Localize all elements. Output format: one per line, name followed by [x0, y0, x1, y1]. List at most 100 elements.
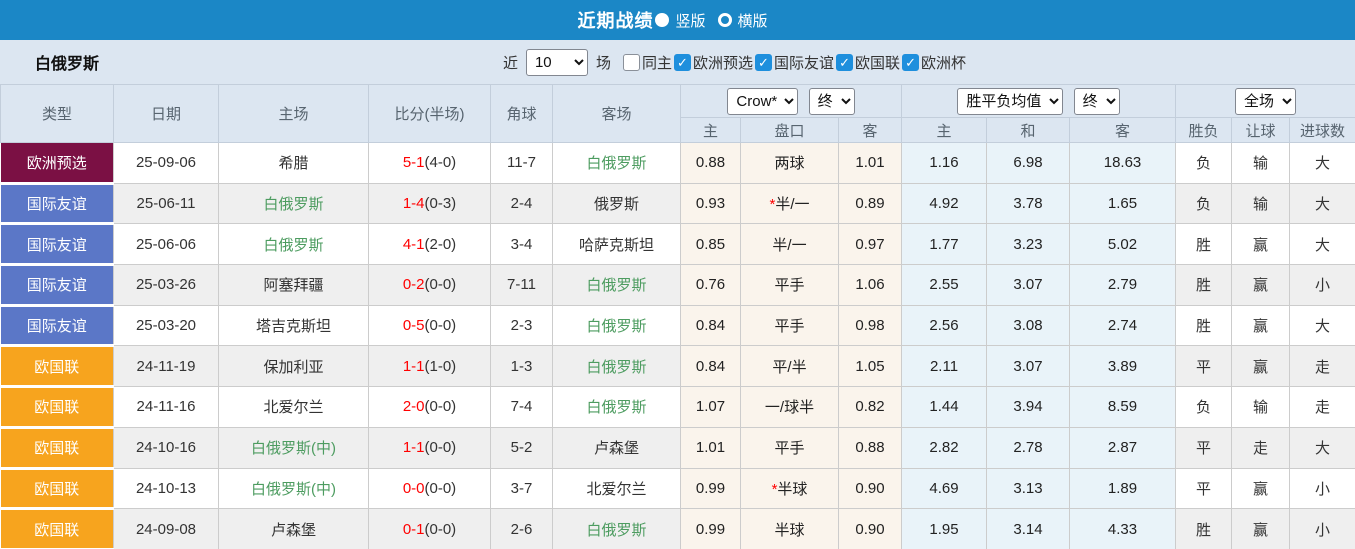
- odds-time-select[interactable]: 终: [808, 87, 855, 115]
- recent-count-select[interactable]: 10: [525, 48, 588, 76]
- table-row: 欧国联 24-10-13 白俄罗斯(中) 0-0(0-0) 3-7 北爱尔兰 0.99 *半球…: [0, 467, 1355, 511]
- score-cell: 0-1(0-0): [368, 508, 491, 549]
- sub-header-odds-home: 主: [680, 117, 741, 143]
- result-goals: 走: [1289, 345, 1355, 388]
- avg-home: 4.92: [901, 182, 988, 225]
- result-winloss: 负: [1175, 182, 1233, 225]
- sub-header-goals: 进球数: [1289, 117, 1355, 143]
- match-type-badge: 国际友谊: [0, 305, 114, 348]
- corners-cell: 2-4: [490, 182, 553, 225]
- odds-home: 1.01: [680, 426, 741, 469]
- away-team: 卢森堡: [552, 426, 681, 469]
- result-winloss: 胜: [1175, 508, 1233, 549]
- result-goals: 小: [1289, 467, 1355, 510]
- col-header-score: 比分(半场): [368, 84, 491, 143]
- away-team: 俄罗斯: [552, 182, 681, 225]
- table-row: 国际友谊 25-03-26 阿塞拜疆 0-2(0-0) 7-11 白俄罗斯 0.76 平手 1.…: [0, 264, 1355, 307]
- results-table: 类型 日期 主场 比分(半场) 角球 客场 Crow* 终 胜平负均值 终 全场…: [0, 84, 1355, 549]
- table-row: 欧国联 24-11-16 北爱尔兰 2-0(0-0) 7-4 白俄罗斯 1.07 一/球半 0.…: [0, 386, 1355, 429]
- results-table-body: 欧洲预选 25-09-06 希腊 5-1(4-0) 11-7 白俄罗斯 0.88 两球 1.01…: [0, 142, 1355, 549]
- result-winloss: 胜: [1175, 304, 1233, 347]
- radio-vertical-selected-icon[interactable]: [655, 13, 670, 27]
- handicap-cell: 两球: [740, 142, 839, 184]
- odds-home: 0.85: [680, 223, 741, 266]
- checkbox-checked-icon[interactable]: ✓: [673, 53, 691, 71]
- filter-checkbox-label[interactable]: 欧国联: [855, 52, 900, 73]
- col-header-home: 主场: [218, 84, 369, 143]
- avg-home: 1.77: [901, 223, 988, 266]
- result-winloss: 平: [1175, 345, 1233, 388]
- fulltime-score: 5-1: [402, 154, 425, 172]
- match-date: 24-11-16: [113, 386, 219, 428]
- avg-home: 1.44: [901, 386, 988, 428]
- sub-header-handicap: 盘口: [740, 117, 839, 143]
- page-title: 近期战绩: [577, 11, 654, 31]
- away-team: 白俄罗斯: [552, 345, 681, 388]
- filter-group: 近 10 场 同主 ✓ 欧洲预选 ✓ 国际友谊 ✓ 欧国联 ✓ 欧洲杯: [499, 48, 966, 76]
- filter-checkbox-label[interactable]: 欧洲预选: [693, 52, 753, 73]
- odds-away: 1.06: [837, 264, 903, 306]
- odds-away: 0.97: [837, 223, 903, 266]
- result-handicap: 赢: [1231, 264, 1291, 306]
- odds-away: 0.98: [837, 304, 903, 347]
- fulltime-select[interactable]: 全场: [1235, 87, 1297, 115]
- checkbox-checked-icon[interactable]: ✓: [836, 53, 854, 71]
- avg-draw: 3.07: [986, 345, 1071, 388]
- halftime-score: (2-0): [424, 235, 457, 253]
- checkbox-checked-icon[interactable]: ✓: [902, 53, 920, 71]
- odds-home: 0.93: [680, 182, 741, 225]
- match-date: 25-06-06: [113, 223, 219, 266]
- sub-header-avg-away: 客: [1069, 117, 1177, 143]
- result-winloss: 胜: [1175, 223, 1233, 266]
- filter-checkbox-label[interactable]: 同主: [642, 52, 672, 73]
- sub-header-handicap-result: 让球: [1231, 117, 1291, 143]
- home-team: 白俄罗斯: [218, 223, 369, 266]
- halftime-score: (0-3): [424, 195, 457, 213]
- odds-home: 0.84: [680, 345, 741, 388]
- avg-draw: 3.08: [986, 304, 1071, 347]
- odds-company-select[interactable]: Crow*: [727, 87, 799, 115]
- away-team: 白俄罗斯: [552, 304, 681, 347]
- avg-header-group: 胜平负均值 终: [901, 84, 1177, 118]
- result-handicap: 赢: [1231, 345, 1291, 388]
- handicap-cell: 平手: [740, 304, 839, 347]
- radio-horizontal-label[interactable]: 横版: [738, 10, 768, 31]
- odds-home: 0.88: [680, 142, 741, 184]
- match-type-badge: 欧国联: [0, 427, 114, 470]
- handicap-cell: 一/球半: [740, 386, 839, 428]
- away-team: 白俄罗斯: [552, 142, 681, 184]
- radio-vertical-label[interactable]: 竖版: [675, 10, 705, 31]
- checkbox-checked-icon[interactable]: ✓: [755, 53, 772, 71]
- away-team: 北爱尔兰: [552, 467, 681, 510]
- score-cell: 1-1(0-0): [368, 426, 491, 469]
- fulltime-score: 0-5: [402, 317, 425, 335]
- result-handicap: 赢: [1231, 467, 1291, 510]
- match-date: 24-11-19: [113, 345, 219, 388]
- result-winloss: 负: [1175, 386, 1233, 428]
- sub-header-odds-away: 客: [837, 117, 903, 143]
- radio-horizontal-icon[interactable]: [717, 13, 732, 27]
- avg-away: 2.79: [1069, 264, 1177, 306]
- result-winloss: 胜: [1175, 264, 1233, 306]
- team-name: 白俄罗斯: [35, 56, 100, 73]
- filter-bar: 白俄罗斯 近 10 场 同主 ✓ 欧洲预选 ✓ 国际友谊 ✓ 欧国联 ✓ 欧洲杯: [0, 40, 1355, 84]
- match-date: 24-09-08: [113, 508, 219, 549]
- checkbox-unchecked-icon[interactable]: [622, 53, 640, 71]
- filter-checkbox-label[interactable]: 国际友谊: [774, 52, 834, 73]
- avg-time-select[interactable]: 终: [1073, 87, 1120, 115]
- handicap-cell: 半/一: [740, 223, 839, 266]
- avg-away: 3.89: [1069, 345, 1177, 388]
- odds-away: 1.05: [837, 345, 903, 388]
- fulltime-score: 1-4: [402, 195, 425, 213]
- sub-header-avg-draw: 和: [986, 117, 1071, 143]
- fulltime-score: 0-2: [402, 276, 425, 294]
- home-team: 白俄罗斯: [218, 182, 369, 225]
- match-date: 25-09-06: [113, 142, 219, 184]
- avg-away: 8.59: [1069, 386, 1177, 428]
- score-cell: 0-5(0-0): [368, 304, 491, 347]
- avg-type-select[interactable]: 胜平负均值: [957, 87, 1064, 115]
- odds-header-group: Crow* 终: [679, 84, 903, 118]
- match-date: 24-10-13: [113, 467, 219, 510]
- filter-checkbox-label[interactable]: 欧洲杯: [921, 52, 966, 73]
- handicap-cell: 平/半: [740, 345, 839, 388]
